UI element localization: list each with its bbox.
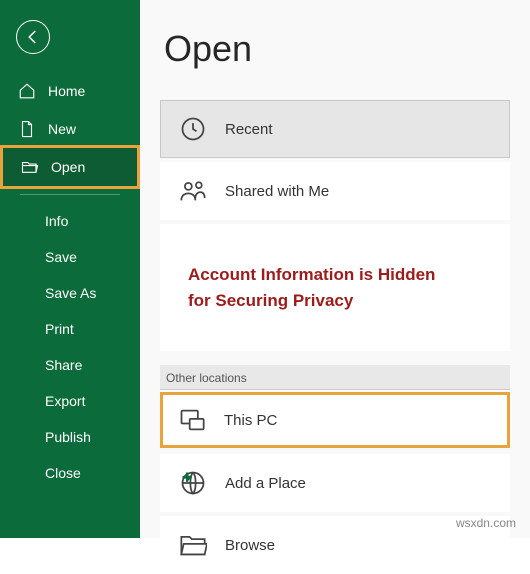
location-label: This PC	[224, 412, 277, 429]
main-panel: Open Recent Shared with Me Account Infor…	[140, 0, 530, 538]
nav-new[interactable]: New	[0, 110, 140, 148]
location-label: Recent	[225, 121, 273, 138]
section-other-locations: Other locations	[160, 365, 510, 390]
nav-label: Info	[45, 213, 68, 229]
clock-icon	[179, 115, 207, 143]
location-add-place[interactable]: Add a Place	[160, 454, 510, 512]
watermark: wsxdn.com	[456, 516, 516, 530]
nav-label: Export	[45, 393, 85, 409]
location-label: Shared with Me	[225, 183, 329, 200]
home-icon	[18, 82, 36, 100]
nav-publish[interactable]: Publish	[0, 419, 140, 455]
add-place-icon	[179, 469, 207, 497]
nav-label: Open	[51, 159, 85, 175]
this-pc-icon	[178, 406, 206, 434]
nav-label: Publish	[45, 429, 91, 445]
folder-icon	[179, 531, 207, 559]
nav-close[interactable]: Close	[0, 455, 140, 491]
people-icon	[179, 177, 207, 205]
nav-label: Save As	[45, 285, 96, 301]
privacy-notice: Account Information is Hidden for Securi…	[160, 224, 510, 351]
document-icon	[18, 120, 36, 138]
nav-label: Share	[45, 357, 82, 373]
nav-save-as[interactable]: Save As	[0, 275, 140, 311]
nav-save[interactable]: Save	[0, 239, 140, 275]
nav-divider	[20, 194, 120, 195]
backstage-sidebar: Home New Open Info Save Save As Print Sh…	[0, 0, 140, 538]
page-title: Open	[164, 28, 510, 70]
nav-info[interactable]: Info	[0, 203, 140, 239]
nav-share[interactable]: Share	[0, 347, 140, 383]
nav-label: Home	[48, 83, 85, 99]
privacy-text-line1: Account Information is Hidden	[188, 262, 482, 288]
nav-export[interactable]: Export	[0, 383, 140, 419]
nav-label: Save	[45, 249, 77, 265]
folder-open-icon	[21, 158, 39, 176]
location-label: Browse	[225, 537, 275, 554]
nav-open[interactable]: Open	[3, 148, 137, 186]
location-this-pc[interactable]: This PC	[160, 392, 510, 448]
location-shared[interactable]: Shared with Me	[160, 162, 510, 220]
location-label: Add a Place	[225, 475, 306, 492]
location-recent[interactable]: Recent	[160, 100, 510, 158]
back-button[interactable]	[16, 20, 50, 54]
nav-label: Print	[45, 321, 74, 337]
privacy-text-line2: for Securing Privacy	[188, 288, 482, 314]
nav-print[interactable]: Print	[0, 311, 140, 347]
nav-label: Close	[45, 465, 81, 481]
arrow-left-icon	[24, 28, 42, 46]
nav-label: New	[48, 121, 76, 137]
nav-home[interactable]: Home	[0, 72, 140, 110]
